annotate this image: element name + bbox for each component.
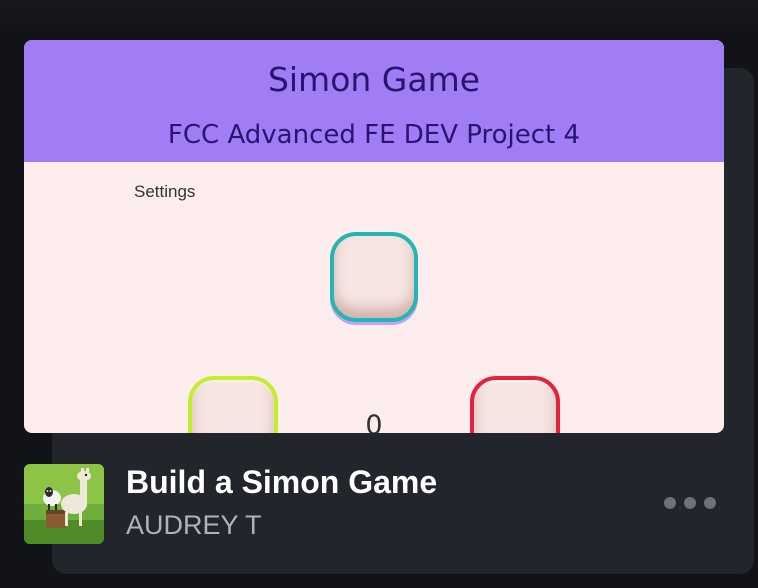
project-title[interactable]: Build a Simon Game <box>126 464 437 501</box>
llama-and-sheep-icon <box>24 464 104 544</box>
simon-pad-red[interactable] <box>470 376 560 433</box>
more-options-icon <box>704 497 716 509</box>
settings-link[interactable]: Settings <box>134 182 195 202</box>
more-options-button[interactable] <box>660 490 720 516</box>
project-thumbnail[interactable] <box>24 464 104 544</box>
simon-pad-cyan[interactable] <box>330 232 418 322</box>
top-bar-background <box>0 0 758 32</box>
more-options-icon <box>684 497 696 509</box>
preview-subtitle: FCC Advanced FE DEV Project 4 <box>167 120 581 150</box>
project-preview[interactable]: Simon Game FCC Advanced FE DEV Project 4… <box>24 40 724 433</box>
simon-pad-green[interactable] <box>188 376 278 433</box>
project-author[interactable]: AUDREY T <box>126 510 262 541</box>
score-counter: 0 <box>365 410 383 433</box>
more-options-icon <box>664 497 676 509</box>
project-page: Simon Game FCC Advanced FE DEV Project 4… <box>0 0 758 588</box>
preview-header: Simon Game FCC Advanced FE DEV Project 4 <box>24 40 724 162</box>
preview-title: Simon Game <box>267 60 481 99</box>
